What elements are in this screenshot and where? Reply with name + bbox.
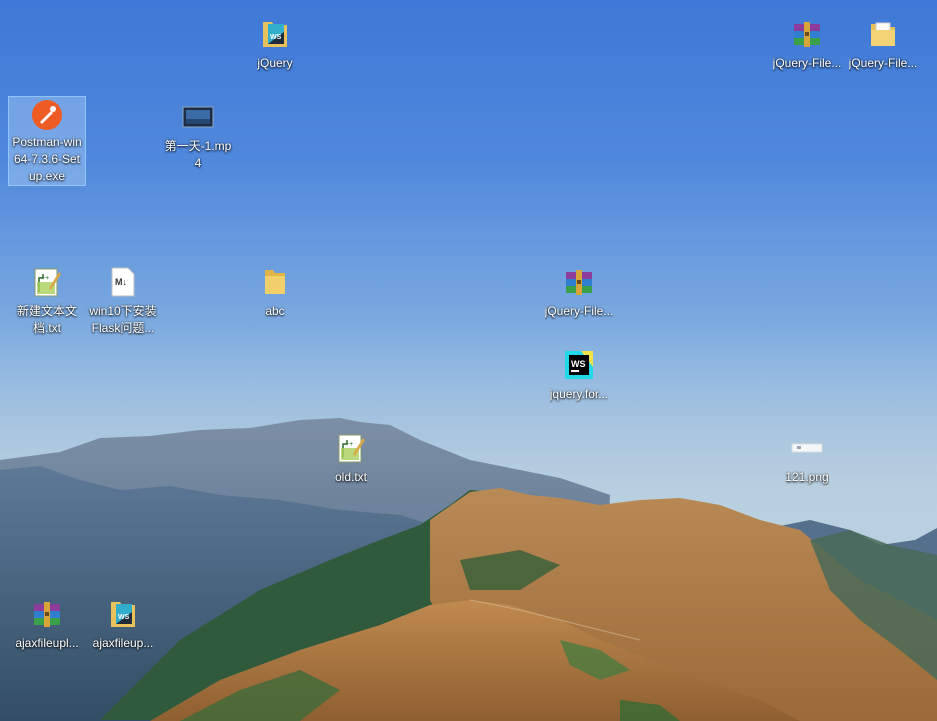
desktop-icon-label: jQuery-File...	[848, 56, 918, 70]
desktop-icon-ajaxfileupload-folder[interactable]: WS ajaxfileup...	[85, 594, 161, 655]
desktop-icon-new-text-doc[interactable]: ++ 新建文本文档.txt	[9, 262, 85, 340]
svg-text:WS: WS	[571, 359, 586, 369]
desktop-icon-postman-setup[interactable]: Postman-win64-7.3.6-Setup.exe	[8, 96, 86, 186]
desktop-icon-label: abc	[265, 304, 285, 318]
desktop-icon-label: jQuery-File...	[772, 56, 842, 70]
desktop-icon-label: jQuery-File...	[544, 304, 614, 318]
desktop-icon-label: old.txt	[334, 470, 367, 484]
svg-text:M↓: M↓	[115, 277, 127, 287]
notepad-plus-plus-icon: ++	[333, 430, 369, 466]
desktop-icon-jquery-file-archive-top[interactable]: jQuery-File...	[769, 14, 845, 75]
svg-text:WS: WS	[270, 34, 282, 41]
desktop-icon-abc-folder[interactable]: abc	[237, 262, 313, 323]
desktop-icon-label: 第一天-1.mp4	[164, 139, 232, 170]
winrar-archive-icon	[29, 596, 65, 632]
markdown-file-icon: M↓	[105, 264, 141, 300]
svg-text:++: ++	[345, 441, 353, 448]
video-file-icon	[180, 99, 216, 135]
desktop-icon-jquery-file-archive-mid[interactable]: jQuery-File...	[541, 262, 617, 323]
notepad-plus-plus-icon: ++	[29, 264, 65, 300]
webstorm-folder-icon: WS	[257, 16, 293, 52]
image-file-icon	[789, 430, 825, 466]
desktop-icon-old-txt[interactable]: ++ old.txt	[313, 428, 389, 489]
desktop-icon-video-mp4[interactable]: 第一天-1.mp4	[160, 97, 236, 175]
desktop-icon-label: 121.png	[785, 470, 829, 484]
desktop-icon-label: jquery.for...	[549, 387, 609, 401]
webstorm-folder-icon: WS	[105, 596, 141, 632]
postman-icon	[29, 99, 65, 131]
desktop[interactable]: WS jQuery jQuery-File... jQuery-File...	[0, 0, 937, 721]
desktop-icon-label: 新建文本文档.txt	[16, 304, 77, 335]
winrar-archive-icon	[789, 16, 825, 52]
folder-icon	[865, 16, 901, 52]
desktop-icon-ajaxfileupload-archive[interactable]: ajaxfileupl...	[9, 594, 85, 655]
folder-icon	[257, 264, 293, 300]
svg-text:++: ++	[41, 275, 49, 282]
svg-text:WS: WS	[118, 614, 130, 621]
desktop-icon-label: ajaxfileupl...	[15, 636, 79, 650]
desktop-icon-label: ajaxfileup...	[92, 636, 154, 650]
desktop-icon-jquery-form[interactable]: WS jquery.for...	[541, 345, 617, 406]
desktop-icon-label: Postman-win64-7.3.6-Setup.exe	[12, 135, 82, 183]
desktop-icon-jquery-file-folder-top[interactable]: jQuery-File...	[845, 14, 921, 75]
winrar-archive-icon	[561, 264, 597, 300]
desktop-icon-jquery[interactable]: WS jQuery	[237, 14, 313, 75]
desktop-icon-label: jQuery	[257, 56, 293, 70]
desktop-icon-label: win10下安装Flask问题...	[89, 304, 157, 335]
webstorm-icon: WS	[561, 347, 597, 383]
desktop-icon-121-png[interactable]: 121.png	[769, 428, 845, 489]
desktop-icon-flask-markdown[interactable]: M↓ win10下安装Flask问题...	[85, 262, 161, 340]
